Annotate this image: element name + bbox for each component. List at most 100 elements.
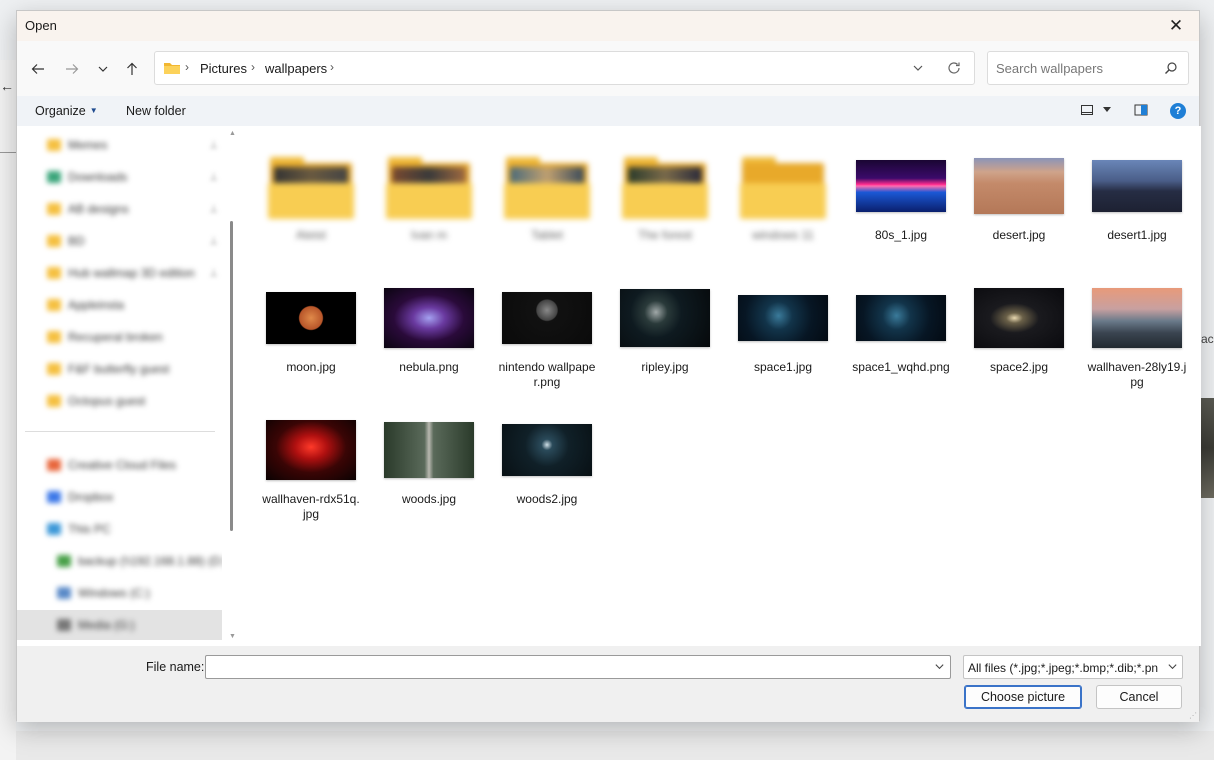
folder-icon — [47, 171, 61, 183]
background-divider — [0, 152, 16, 153]
address-bar[interactable]: › Pictures › wallpapers › — [154, 51, 975, 85]
folder-item[interactable]: Ivan m — [375, 146, 483, 243]
arrow-left-icon — [31, 64, 44, 74]
file-name-input[interactable] — [205, 655, 951, 679]
breadcrumb-separator[interactable]: › — [251, 60, 255, 74]
image-thumbnail — [384, 422, 474, 478]
sidebar-item[interactable]: This PC — [17, 514, 222, 544]
scroll-up-icon[interactable]: ▲ — [229, 130, 236, 137]
folder-icon — [47, 331, 61, 343]
file-name: space1.jpg — [753, 360, 813, 374]
sidebar-item[interactable]: Octopus guest — [17, 386, 222, 416]
folder-icon — [375, 146, 483, 226]
chevron-down-icon[interactable] — [912, 62, 924, 74]
search-input[interactable]: Search wallpapers — [987, 51, 1189, 85]
sidebar-item-label: Memes — [68, 138, 108, 152]
recent-locations-button[interactable] — [91, 58, 115, 80]
preview-pane-icon[interactable] — [1134, 103, 1148, 117]
refresh-icon[interactable] — [946, 60, 962, 76]
sidebar-item[interactable]: Memes ⊥ — [17, 130, 222, 160]
background-app-left-strip — [0, 60, 16, 760]
close-button[interactable]: ✕ — [1153, 11, 1199, 41]
sidebar-item-content: F&F butterfly guest — [47, 362, 169, 376]
sidebar-item[interactable]: Windows (C:) — [17, 578, 222, 608]
file-item[interactable]: wallhaven-rdx51q.jpg — [257, 410, 365, 522]
image-thumbnail — [1092, 160, 1182, 212]
sidebar-item[interactable]: backup (\\192.168.1.88) (D:) — [17, 546, 222, 576]
folder-item[interactable]: Ateist — [257, 146, 365, 243]
file-item[interactable]: nebula.png — [375, 278, 483, 375]
pin-icon: ⊥ — [209, 235, 218, 247]
image-thumbnail — [266, 292, 356, 344]
forward-button[interactable] — [60, 58, 84, 80]
sidebar-item[interactable]: Creative Cloud Files — [17, 450, 222, 480]
folder-item[interactable]: windows 11 — [729, 146, 837, 243]
organize-label: Organize — [35, 104, 86, 118]
help-icon[interactable]: ? — [1170, 103, 1186, 119]
choose-picture-button[interactable]: Choose picture — [964, 685, 1082, 709]
file-item[interactable]: space1_wqhd.png — [847, 278, 955, 375]
navigation-bar: › Pictures › wallpapers › Search wallpap… — [17, 41, 1199, 96]
file-item[interactable]: moon.jpg — [257, 278, 365, 375]
file-name: desert1.jpg — [1107, 228, 1167, 242]
folder-item[interactable]: Tablet — [493, 146, 601, 243]
sidebar-item-label: Media (G:) — [78, 618, 135, 632]
file-name: wallhaven-rdx51q.jpg — [262, 492, 360, 521]
breadcrumb-separator[interactable]: › — [330, 60, 334, 74]
search-placeholder: Search wallpapers — [996, 61, 1103, 76]
sidebar-item-label: This PC — [68, 522, 111, 536]
file-item[interactable]: wallhaven-28ly19.jpg — [1083, 278, 1191, 390]
new-folder-button[interactable]: New folder — [126, 104, 186, 118]
folder-item[interactable]: The forest — [611, 146, 719, 243]
thumbnail-box — [847, 278, 955, 358]
sidebar-item[interactable]: F&F butterfly guest — [17, 354, 222, 384]
folder-name: Ivan m — [410, 228, 447, 242]
view-mode-icon[interactable] — [1080, 103, 1094, 117]
file-item[interactable]: nintendo wallpaper.png — [493, 278, 601, 390]
chevron-down-icon[interactable] — [934, 661, 945, 672]
file-item[interactable]: space1.jpg — [729, 278, 837, 375]
command-bar: Organize ▼ New folder ? — [17, 96, 1199, 126]
up-button[interactable] — [120, 58, 144, 80]
file-item[interactable]: ripley.jpg — [611, 278, 719, 375]
file-item[interactable]: woods.jpg — [375, 410, 483, 507]
thumbnail-box — [847, 146, 955, 226]
pin-icon: ⊥ — [209, 171, 218, 183]
resize-grip-icon[interactable]: ⋰ — [1189, 711, 1197, 720]
sidebar-item-label: Hub wallmap 3D edition — [68, 266, 195, 280]
folder-name: windows 11 — [752, 228, 814, 242]
folder-icon — [47, 363, 61, 375]
search-icon — [1165, 62, 1177, 74]
file-item[interactable]: desert.jpg — [965, 146, 1073, 243]
cancel-button[interactable]: Cancel — [1096, 685, 1182, 709]
file-item[interactable]: 80s_1.jpg — [847, 146, 955, 243]
scrollbar-thumb[interactable] — [230, 221, 233, 531]
sidebar-item[interactable]: Downloads ⊥ — [17, 162, 222, 192]
sidebar-item[interactable]: Appleinsta — [17, 290, 222, 320]
folder-icon — [493, 146, 601, 226]
sidebar-item[interactable]: AB designs ⊥ — [17, 194, 222, 224]
scroll-down-icon[interactable]: ▼ — [229, 633, 236, 640]
thumbnail-box — [493, 278, 601, 358]
view-options-caret-icon[interactable] — [1103, 107, 1111, 113]
sidebar-item[interactable]: Dropbox — [17, 482, 222, 512]
folder-name: Tablet — [530, 228, 564, 242]
breadcrumb-wallpapers[interactable]: wallpapers — [265, 61, 327, 76]
sidebar-item[interactable]: BD ⊥ — [17, 226, 222, 256]
file-type-select[interactable]: All files (*.jpg;*.jpeg;*.bmp;*.dib;*.pn… — [963, 655, 1183, 679]
organize-button[interactable]: Organize ▼ — [35, 104, 98, 118]
sidebar-item[interactable]: Recuperal broken — [17, 322, 222, 352]
sidebar-item[interactable]: Media (G:) — [17, 610, 222, 640]
back-button[interactable] — [26, 58, 50, 80]
thumbnail-box — [1083, 146, 1191, 226]
file-item[interactable]: woods2.jpg — [493, 410, 601, 507]
file-list: Ateist Ivan m Tablet The forest windows 11 80… — [241, 126, 1201, 646]
sidebar-item[interactable]: Hub wallmap 3D edition ⊥ — [17, 258, 222, 288]
breadcrumb-pictures[interactable]: Pictures — [200, 61, 247, 76]
file-item[interactable]: space2.jpg — [965, 278, 1073, 375]
arrow-up-icon — [127, 62, 137, 75]
image-thumbnail — [856, 295, 946, 341]
file-item[interactable]: desert1.jpg — [1083, 146, 1191, 243]
image-thumbnail — [738, 295, 828, 341]
sidebar-item-label: backup (\\192.168.1.88) (D:) — [78, 554, 222, 568]
